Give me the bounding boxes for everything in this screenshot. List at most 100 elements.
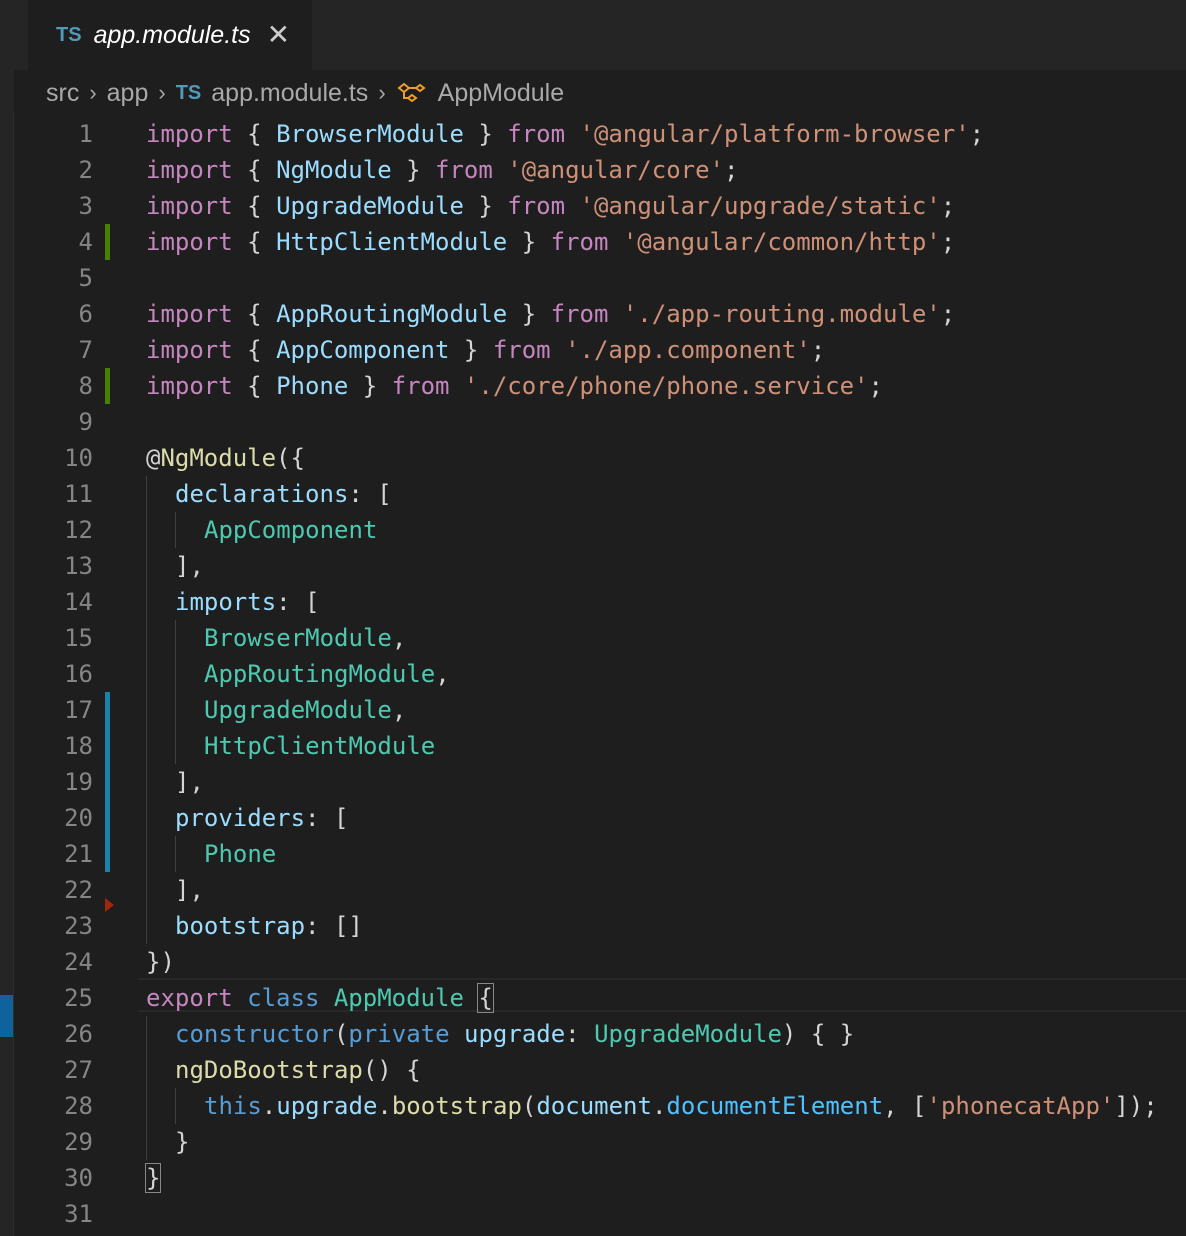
- line-text[interactable]: bootstrap: []: [146, 908, 363, 944]
- code-line: 21 Phone: [14, 836, 1186, 872]
- line-text[interactable]: }: [146, 1124, 189, 1160]
- indent-guide: [146, 584, 175, 620]
- code-line: 4 import { HttpClientModule } from '@angu…: [14, 224, 1186, 260]
- line-number: 7: [78, 336, 93, 364]
- indent-guide: [146, 512, 175, 548]
- code-line: 18 HttpClientModule: [14, 728, 1186, 764]
- line-number: 12: [64, 516, 93, 544]
- indent-guide: [146, 1016, 175, 1052]
- code-line: 14 imports: [: [14, 584, 1186, 620]
- activity-bar-edge: [0, 0, 14, 1236]
- line-number: 15: [64, 624, 93, 652]
- line-text[interactable]: import { BrowserModule } from '@angular/…: [146, 116, 984, 152]
- line-text[interactable]: providers: [: [146, 800, 348, 836]
- line-text[interactable]: }: [144, 1160, 162, 1196]
- line-number: 16: [64, 660, 93, 688]
- code-line: 10 @NgModule({: [14, 440, 1186, 476]
- line-number: 30: [64, 1164, 93, 1192]
- code-line: 22],: [14, 872, 1186, 908]
- close-icon[interactable]: ✕: [267, 21, 290, 49]
- line-text[interactable]: ],: [146, 548, 204, 584]
- code-editor[interactable]: 1 import { BrowserModule } from '@angular…: [14, 116, 1186, 1236]
- tab-title: app.module.ts: [93, 20, 251, 49]
- breadcrumb-item-app[interactable]: app: [107, 79, 149, 108]
- line-text[interactable]: import { AppComponent } from './app.comp…: [146, 332, 825, 368]
- indent-guide: [146, 548, 175, 584]
- matched-bracket: }: [144, 1163, 162, 1193]
- line-text[interactable]: AppRoutingModule,: [146, 656, 450, 692]
- line-text[interactable]: export class AppModule {: [146, 980, 494, 1016]
- code-line: 27 ngDoBootstrap() {: [14, 1052, 1186, 1088]
- line-number: 14: [64, 588, 93, 616]
- code-line: 13],: [14, 548, 1186, 584]
- indent-guide: [146, 1052, 175, 1088]
- line-text[interactable]: ],: [146, 764, 204, 800]
- code-line: 29}: [14, 1124, 1186, 1160]
- code-line: 20 providers: [: [14, 800, 1186, 836]
- indent-guide: [146, 728, 175, 764]
- chevron-right-icon: ›: [158, 80, 166, 105]
- code-line: 5: [14, 260, 1186, 296]
- line-text[interactable]: imports: [: [146, 584, 320, 620]
- line-text[interactable]: ],: [146, 872, 204, 908]
- line-number: 17: [64, 696, 93, 724]
- line-text[interactable]: import { NgModule } from '@angular/core'…: [146, 152, 738, 188]
- line-text[interactable]: BrowserModule,: [146, 620, 406, 656]
- line-text[interactable]: ngDoBootstrap() {: [146, 1052, 421, 1088]
- code-line: 26 constructor(private upgrade: UpgradeMo…: [14, 1016, 1186, 1052]
- code-lines: 1 import { BrowserModule } from '@angular…: [14, 116, 1186, 1232]
- matched-bracket: {: [477, 983, 494, 1013]
- line-text[interactable]: @NgModule({: [146, 440, 305, 476]
- breadcrumb-item-symbol[interactable]: AppModule: [438, 79, 564, 108]
- line-number: 24: [64, 948, 93, 976]
- line-text[interactable]: UpgradeModule,: [146, 692, 406, 728]
- line-number: 5: [78, 264, 93, 292]
- line-text[interactable]: import { AppRoutingModule } from './app-…: [146, 296, 955, 332]
- line-number: 2: [78, 156, 93, 184]
- code-line: 1 import { BrowserModule } from '@angular…: [14, 116, 1186, 152]
- code-line: 8 import { Phone } from './core/phone/pho…: [14, 368, 1186, 404]
- line-text[interactable]: declarations: [: [146, 476, 392, 512]
- typescript-icon: TS: [175, 81, 202, 104]
- indent-guide: [146, 1088, 175, 1124]
- line-number: 8: [78, 372, 93, 400]
- tab-app-module[interactable]: TS app.module.ts ✕: [28, 0, 312, 70]
- line-text[interactable]: import { HttpClientModule } from '@angul…: [146, 224, 955, 260]
- line-text[interactable]: this.upgrade.bootstrap(document.document…: [146, 1088, 1158, 1124]
- code-line: 23 bootstrap: []: [14, 908, 1186, 944]
- line-text[interactable]: AppComponent: [146, 512, 377, 548]
- indent-guide: [146, 692, 175, 728]
- indent-guide: [175, 836, 204, 872]
- class-symbol-icon: [396, 81, 426, 105]
- indent-guide: [175, 692, 204, 728]
- breadcrumb-item-file[interactable]: app.module.ts: [211, 79, 368, 108]
- code-line: 9: [14, 404, 1186, 440]
- line-text[interactable]: }): [146, 944, 175, 980]
- code-line: 7 import { AppComponent } from './app.com…: [14, 332, 1186, 368]
- line-text[interactable]: import { Phone } from './core/phone/phon…: [146, 368, 883, 404]
- code-line: 6 import { AppRoutingModule } from './app…: [14, 296, 1186, 332]
- line-text[interactable]: constructor(private upgrade: UpgradeModu…: [146, 1016, 854, 1052]
- indent-guide: [146, 908, 175, 944]
- line-text[interactable]: HttpClientModule: [146, 728, 435, 764]
- indent-guide: [146, 476, 175, 512]
- line-number: 10: [64, 444, 93, 472]
- active-indicator: [0, 995, 14, 1037]
- line-number: 11: [64, 480, 93, 508]
- code-line: 28 this.upgrade.bootstrap(document.docume…: [14, 1088, 1186, 1124]
- line-number: 1: [78, 120, 93, 148]
- line-number: 26: [64, 1020, 93, 1048]
- breadcrumb-item-src[interactable]: src: [46, 79, 79, 108]
- line-text[interactable]: import { UpgradeModule } from '@angular/…: [146, 188, 955, 224]
- line-number: 28: [64, 1092, 93, 1120]
- line-text[interactable]: Phone: [146, 836, 276, 872]
- indent-guide: [146, 800, 175, 836]
- line-number: 3: [78, 192, 93, 220]
- code-line: 25 export class AppModule {: [14, 980, 1186, 1016]
- code-line: 17 UpgradeModule,: [14, 692, 1186, 728]
- line-number: 6: [78, 300, 93, 328]
- code-line: 12 AppComponent: [14, 512, 1186, 548]
- line-number: 31: [64, 1200, 93, 1228]
- indent-guide: [175, 656, 204, 692]
- line-number: 22: [64, 876, 93, 904]
